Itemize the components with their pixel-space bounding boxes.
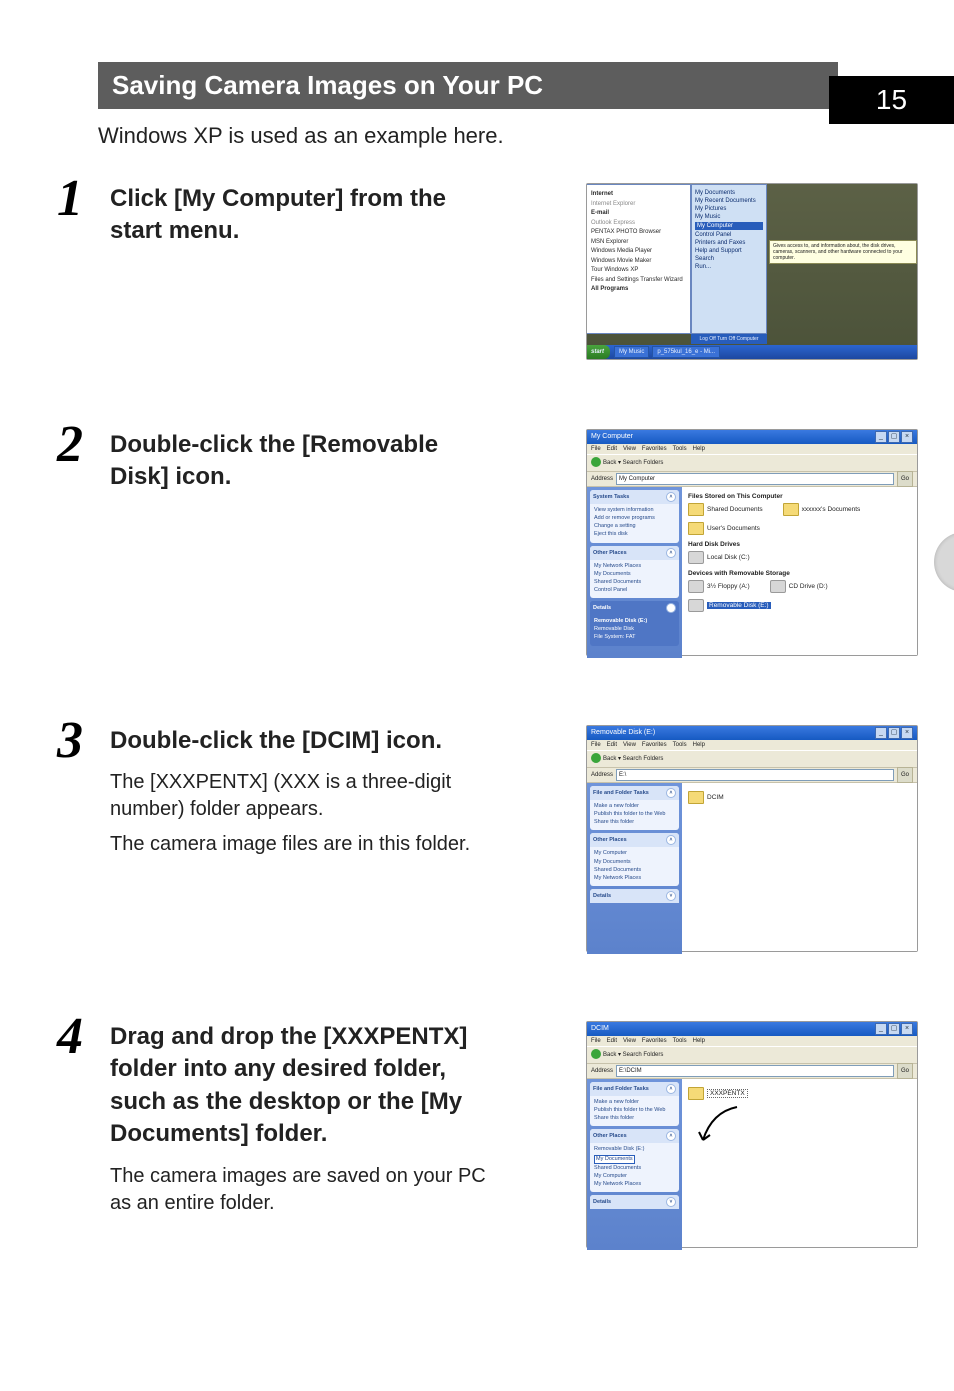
side-tab-marker <box>934 532 954 592</box>
step-number: 1 <box>50 169 90 228</box>
address-bar: AddressMy ComputerGo <box>587 472 917 487</box>
folder-icon <box>688 522 704 535</box>
screenshot-dcim-folder: DCIM_▢× FileEditViewFavoritesToolsHelp B… <box>586 1021 918 1248</box>
start-button: start <box>587 345 610 359</box>
manual-page: 15 Saving Camera Images on Your PC Windo… <box>0 62 954 1391</box>
page-number: 15 <box>829 76 954 124</box>
intro-text: Windows XP is used as an example here. <box>98 123 954 149</box>
cd-icon <box>770 580 786 593</box>
toolbar: Back ▾ Search Folders <box>587 454 917 472</box>
step-number: 2 <box>50 415 90 474</box>
menu-bar: FileEditViewFavoritesToolsHelp <box>587 1036 917 1046</box>
folder-icon <box>688 1087 704 1100</box>
tasks-pane: File and Folder Tasks˄Make a new folderP… <box>587 783 682 954</box>
removable-disk-icon <box>688 599 704 612</box>
window-buttons: _▢× <box>874 1022 913 1036</box>
drag-arrow-icon <box>697 1102 747 1152</box>
floppy-icon <box>688 580 704 593</box>
step-body: The [XXXPENTX] (XXX is a three-digit num… <box>110 769 500 823</box>
start-menu-left-column: Internet Internet Explorer E-mail Outloo… <box>587 184 691 334</box>
screenshot-my-computer: My Computer_▢× FileEditViewFavoritesTool… <box>586 429 918 656</box>
menu-bar: FileEditViewFavoritesToolsHelp <box>587 444 917 454</box>
window-buttons: _▢× <box>874 726 913 740</box>
step-2: 2 Double-click the [Removable Disk] icon… <box>98 429 858 679</box>
content-pane: XXXPENTX <box>682 1079 917 1250</box>
window-buttons: _▢× <box>874 430 913 444</box>
removable-disk-selected: Removable Disk (E:) <box>707 602 771 609</box>
screenshot-removable-disk: Removable Disk (E:)_▢× FileEditViewFavor… <box>586 725 918 952</box>
folder-icon <box>783 503 799 516</box>
step-number: 4 <box>50 1007 90 1066</box>
tooltip: Gives access to, and information about, … <box>769 240 917 264</box>
step-heading: Click [My Computer] from the start menu. <box>110 183 500 248</box>
back-icon <box>591 1049 601 1059</box>
step-body: The camera image files are in this folde… <box>110 831 500 858</box>
step-4: 4 Drag and drop the [XXXPENTX] folder in… <box>98 1021 858 1281</box>
step-1: 1 Click [My Computer] from the start men… <box>98 183 858 383</box>
address-bar: AddressE:\DCIMGo <box>587 1064 917 1079</box>
back-icon <box>591 753 601 763</box>
step-number: 3 <box>50 711 90 770</box>
menu-bar: FileEditViewFavoritesToolsHelp <box>587 740 917 750</box>
start-menu-right-column: My Documents My Recent Documents My Pict… <box>691 184 767 334</box>
step-heading: Double-click the [Removable Disk] icon. <box>110 429 500 494</box>
xxxpentx-folder: XXXPENTX <box>707 1089 748 1098</box>
folder-icon <box>688 503 704 516</box>
logoff-bar: Log Off Turn Off Computer <box>691 334 767 344</box>
step-heading: Drag and drop the [XXXPENTX] folder into… <box>110 1021 500 1151</box>
back-icon <box>591 457 601 467</box>
drag-target-highlight: My Documents <box>594 1155 635 1164</box>
step-body: The camera images are saved on your PC a… <box>110 1163 500 1217</box>
taskbar: start My Music p_575kul_16_e - Mi... <box>587 345 917 359</box>
step-heading: Double-click the [DCIM] icon. <box>110 725 500 757</box>
toolbar: Back ▾ Search Folders <box>587 1046 917 1064</box>
content-pane: Files Stored on This Computer Shared Doc… <box>682 487 917 658</box>
section-title: Saving Camera Images on Your PC <box>98 62 838 109</box>
content-pane: DCIM <box>682 783 917 954</box>
tasks-pane: File and Folder Tasks˄Make a new folderP… <box>587 1079 682 1250</box>
address-bar: AddressE:\Go <box>587 768 917 783</box>
step-3: 3 Double-click the [DCIM] icon. The [XXX… <box>98 725 858 975</box>
drive-icon <box>688 551 704 564</box>
toolbar: Back ▾ Search Folders <box>587 750 917 768</box>
folder-icon <box>688 791 704 804</box>
dcim-folder: DCIM <box>707 794 724 801</box>
my-computer-selected: My Computer <box>695 222 763 230</box>
screenshot-start-menu: Internet Internet Explorer E-mail Outloo… <box>586 183 918 360</box>
tasks-pane: System Tasks˄View system informationAdd … <box>587 487 682 658</box>
